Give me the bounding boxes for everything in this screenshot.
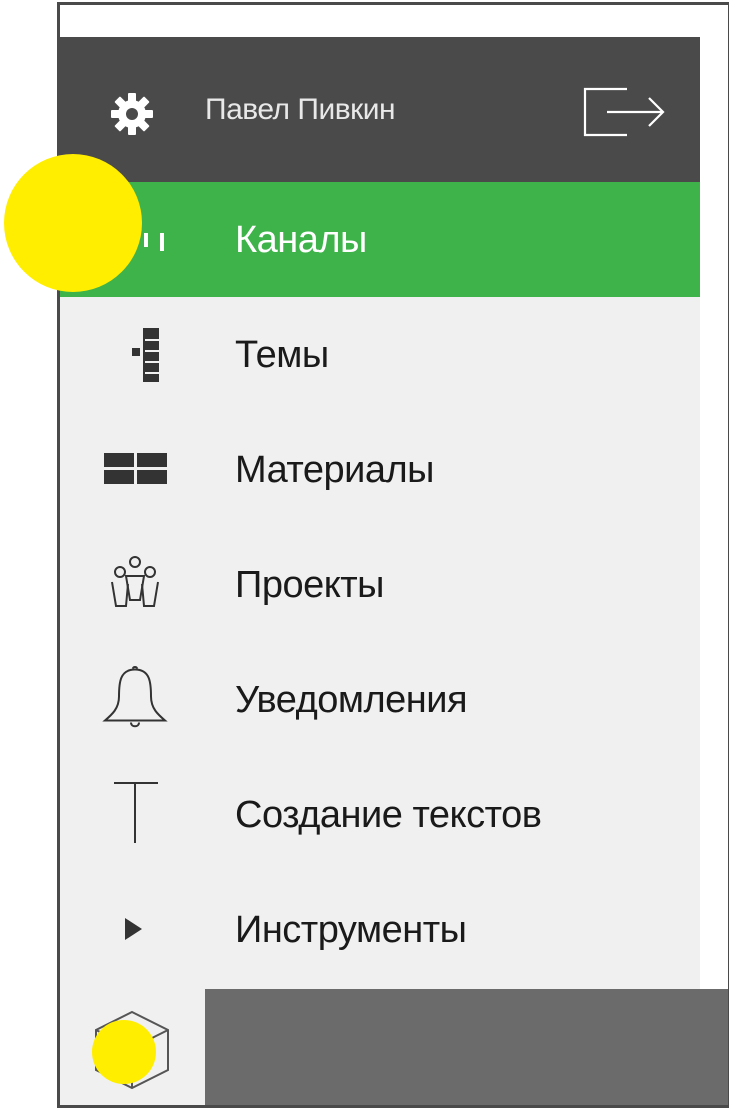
menu-item-label: Материалы (235, 449, 434, 491)
menu-item-label: Темы (235, 334, 329, 376)
menu-item-tools[interactable]: Инструменты (60, 872, 700, 987)
bell-icon (102, 666, 168, 728)
footer-bar (60, 989, 728, 1105)
gear-icon[interactable] (110, 92, 154, 136)
menu-item-topics[interactable]: Темы (60, 297, 700, 412)
menu-item-label: Создание текстов (235, 794, 542, 836)
user-name[interactable]: Павел Пивкин (205, 93, 396, 127)
menu-item-notifications[interactable]: Уведомления (60, 642, 700, 757)
menu-item-projects[interactable]: Проекты (60, 527, 700, 642)
menu-item-label: Проекты (235, 564, 384, 606)
menu-item-label: Уведомления (235, 679, 468, 721)
menu-item-channels[interactable]: Каналы (60, 182, 700, 297)
menu-item-label: Инструменты (235, 909, 467, 951)
materials-icon (104, 453, 167, 484)
sidebar-menu: Каналы Темы Материалы Проекты Уведомлени… (60, 182, 700, 989)
header: Павел Пивкин (60, 37, 700, 182)
topics-icon (132, 328, 159, 382)
projects-icon (111, 556, 159, 607)
touch-indicator (4, 154, 142, 292)
menu-item-materials[interactable]: Материалы (60, 412, 700, 527)
touch-indicator (92, 1020, 156, 1084)
menu-item-text-creation[interactable]: Создание текстов (60, 757, 700, 872)
menu-item-label: Каналы (235, 219, 367, 261)
logout-icon[interactable] (583, 87, 667, 137)
text-icon (114, 782, 158, 843)
play-icon (125, 918, 142, 940)
app-frame: Павел Пивкин Каналы Темы Материалы Проек… (57, 2, 729, 1108)
